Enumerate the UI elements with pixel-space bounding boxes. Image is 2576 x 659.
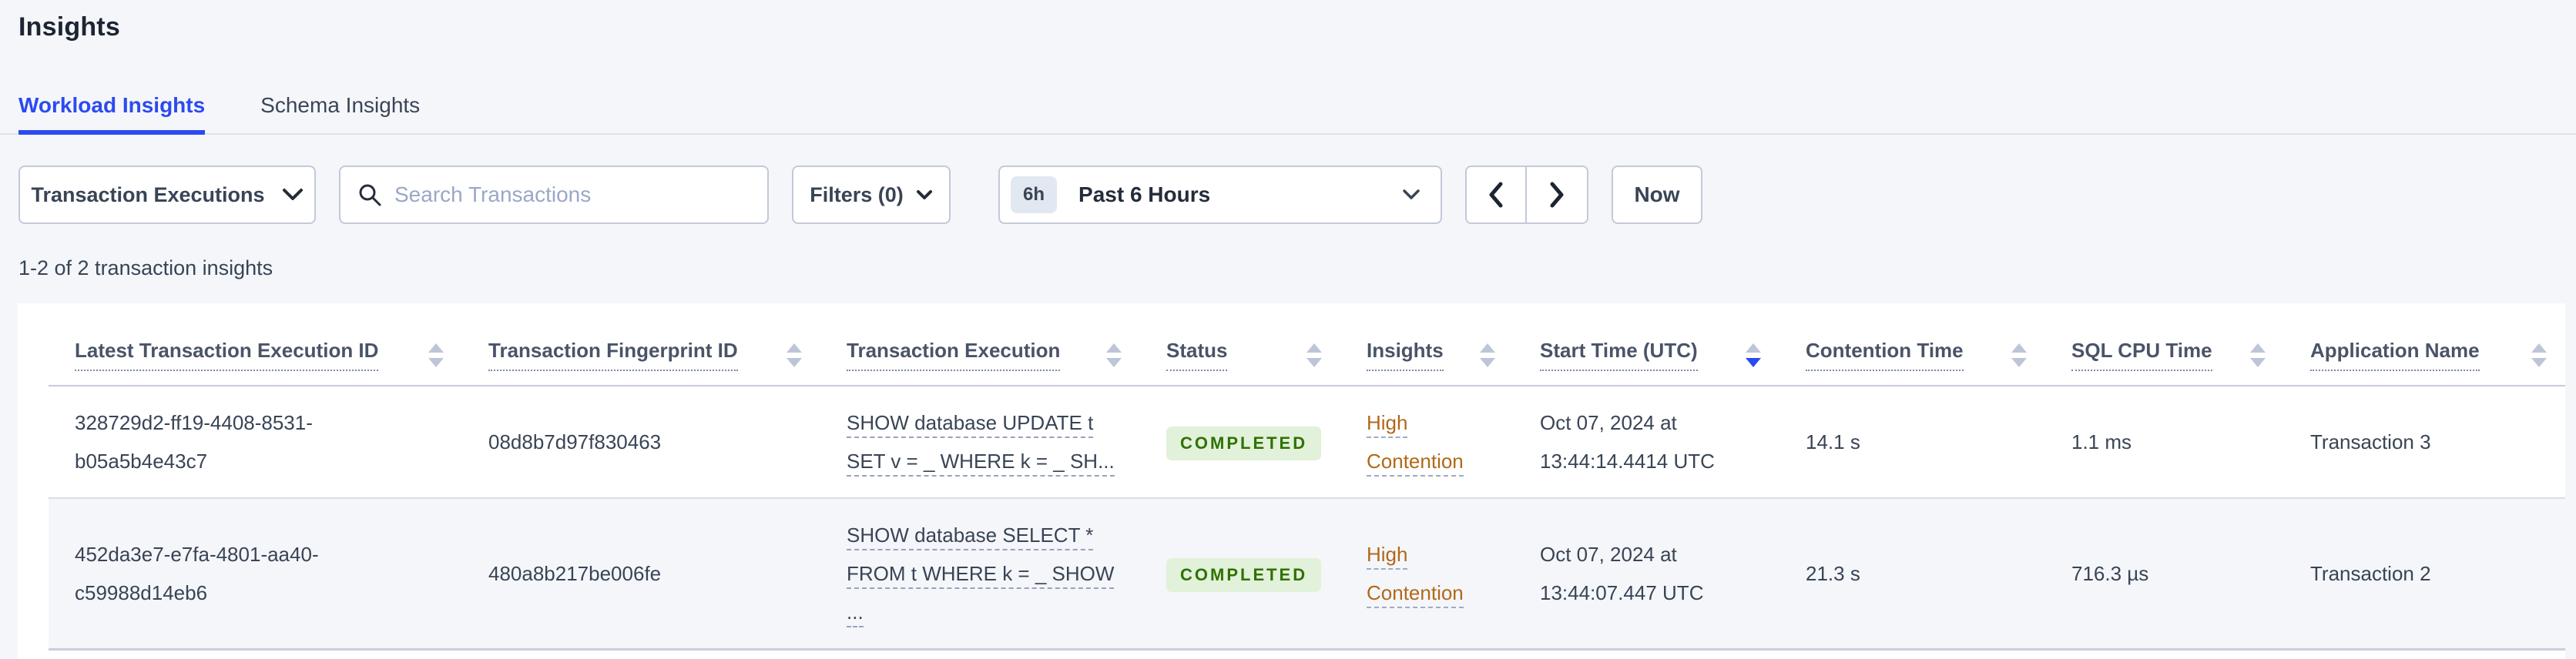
column-header-status: Status — [1140, 303, 1340, 386]
time-range-picker[interactable]: 6h Past 6 Hours — [998, 166, 1442, 224]
insights-page: Insights Workload Insights Schema Insigh… — [0, 0, 2576, 659]
tab-workload-insights[interactable]: Workload Insights — [18, 93, 206, 135]
now-button-label: Now — [1634, 182, 1680, 206]
cell-status: COMPLETED — [1140, 386, 1340, 499]
transaction-insights-table: Latest Transaction Execution ID Transact… — [49, 303, 2565, 651]
column-header-start-time: Start Time (UTC) — [1514, 303, 1779, 386]
sort-control[interactable] — [1480, 343, 1495, 367]
cell-insights: High Contention — [1340, 498, 1514, 651]
table-header-row: Latest Transaction Execution ID Transact… — [49, 303, 2565, 386]
status-badge: COMPLETED — [1166, 558, 1322, 592]
filters-button[interactable]: Filters (0) — [792, 166, 951, 224]
tab-schema-insights[interactable]: Schema Insights — [260, 93, 420, 135]
time-range-label: Past 6 Hours — [1078, 182, 1211, 206]
sort-control[interactable] — [2011, 343, 2027, 367]
column-header-sql-cpu-time: SQL CPU Time — [2045, 303, 2284, 386]
transaction-type-dropdown-label: Transaction Executions — [31, 182, 265, 206]
time-range-badge: 6h — [1011, 176, 1058, 213]
cell-sql-cpu-time: 716.3 µs — [2045, 498, 2284, 651]
cell-fingerprint-id: 08d8b7d97f830463 — [462, 386, 820, 499]
results-count: 1-2 of 2 transaction insights — [18, 256, 273, 279]
chevron-down-icon — [916, 189, 932, 199]
table-row: 452da3e7-e7fa-4801-aa40-c59988d14eb6 480… — [49, 498, 2565, 651]
cell-application-name: Transaction 3 — [2284, 386, 2565, 499]
insight-link[interactable]: High Contention — [1367, 411, 1464, 477]
transaction-execution-link[interactable]: SHOW database SELECT * FROM t WHERE k = … — [847, 524, 1115, 627]
sort-control[interactable] — [1106, 343, 1122, 367]
cell-contention-time: 14.1 s — [1779, 386, 2045, 499]
chevron-right-icon — [1550, 182, 1564, 208]
transaction-type-dropdown[interactable]: Transaction Executions — [18, 166, 316, 224]
search-input[interactable] — [394, 182, 750, 207]
cell-start-time: Oct 07, 2024 at 13:44:07.447 UTC — [1514, 498, 1779, 651]
insights-table-card: Latest Transaction Execution ID Transact… — [18, 303, 2565, 659]
cell-application-name: Transaction 2 — [2284, 498, 2565, 651]
filters-button-label: Filters (0) — [810, 182, 904, 206]
cell-sql-cpu-time: 1.1 ms — [2045, 386, 2284, 499]
chevron-down-icon — [1403, 189, 1420, 199]
column-header-contention-time: Contention Time — [1779, 303, 2045, 386]
sort-control[interactable] — [787, 343, 802, 367]
now-button[interactable]: Now — [1612, 166, 1702, 224]
column-header-application-name: Application Name — [2284, 303, 2565, 386]
sort-control[interactable] — [2531, 343, 2547, 367]
column-header-transaction-execution: Transaction Execution — [820, 303, 1140, 386]
cell-execution-id: 452da3e7-e7fa-4801-aa40-c59988d14eb6 — [49, 498, 462, 651]
cell-transaction-execution: SHOW database SELECT * FROM t WHERE k = … — [820, 498, 1140, 651]
column-header-latest-transaction-execution-id: Latest Transaction Execution ID — [49, 303, 462, 386]
transaction-execution-link[interactable]: SHOW database UPDATE t SET v = _ WHERE k… — [847, 411, 1115, 477]
cell-insights: High Contention — [1340, 386, 1514, 499]
cell-contention-time: 21.3 s — [1779, 498, 2045, 651]
toolbar: Transaction Executions Filters (0) 6h Pa… — [18, 166, 2576, 224]
search-box[interactable] — [339, 166, 769, 224]
next-range-button[interactable] — [1527, 167, 1587, 222]
status-badge: COMPLETED — [1166, 427, 1322, 460]
column-header-insights: Insights — [1340, 303, 1514, 386]
page-title: Insights — [18, 12, 120, 42]
cell-transaction-execution: SHOW database UPDATE t SET v = _ WHERE k… — [820, 386, 1140, 499]
chevron-down-icon — [282, 189, 303, 200]
sort-control[interactable] — [1306, 343, 1322, 367]
search-icon — [359, 184, 381, 206]
previous-range-button[interactable] — [1467, 167, 1527, 222]
cell-fingerprint-id: 480a8b217be006fe — [462, 498, 820, 651]
sort-control[interactable] — [2250, 343, 2266, 367]
cell-execution-id: 328729d2-ff19-4408-8531-b05a5b4e43c7 — [49, 386, 462, 499]
time-range-step-buttons — [1465, 166, 1588, 224]
tabs-bar: Workload Insights Schema Insights — [0, 93, 2576, 135]
insight-link[interactable]: High Contention — [1367, 543, 1464, 608]
sort-control[interactable] — [1746, 343, 1761, 367]
chevron-left-icon — [1489, 182, 1503, 208]
column-header-transaction-fingerprint-id: Transaction Fingerprint ID — [462, 303, 820, 386]
sort-control[interactable] — [428, 343, 444, 367]
cell-start-time: Oct 07, 2024 at 13:44:14.4414 UTC — [1514, 386, 1779, 499]
cell-status: COMPLETED — [1140, 498, 1340, 651]
table-row: 328729d2-ff19-4408-8531-b05a5b4e43c7 08d… — [49, 386, 2565, 499]
